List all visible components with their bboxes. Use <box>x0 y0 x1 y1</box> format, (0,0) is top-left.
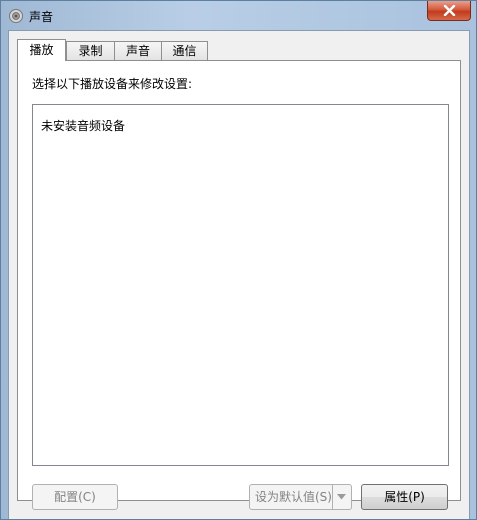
close-icon <box>443 5 456 16</box>
configure-button-label: 配置(C) <box>54 490 96 504</box>
properties-button-label: 属性(P) <box>384 490 425 504</box>
tab-label: 播放 <box>29 43 54 57</box>
instruction-text: 选择以下播放设备来修改设置: <box>32 77 193 91</box>
properties-button[interactable]: 属性(P) <box>361 484 448 510</box>
title-bar[interactable]: 声音 <box>1 1 476 31</box>
close-button[interactable] <box>427 1 471 21</box>
set-default-button[interactable]: 设为默认值(S) <box>249 484 352 510</box>
set-default-button-label: 设为默认值(S) <box>255 490 332 504</box>
tab-label: 通信 <box>172 44 197 58</box>
tab-communications[interactable]: 通信 <box>161 41 208 60</box>
tab-playback[interactable]: 播放 <box>17 39 66 61</box>
configure-button[interactable]: 配置(C) <box>32 484 118 510</box>
speaker-icon <box>8 8 24 24</box>
tab-label: 声音 <box>125 44 150 58</box>
tab-recording[interactable]: 录制 <box>66 41 115 60</box>
no-device-message: 未安装音频设备 <box>41 119 126 133</box>
dialog-client-area: 播放 录制 声音 通信 选择以下播放设备来修改设置: 未安装音频设备 配置(C)… <box>8 30 470 519</box>
playback-tab-panel: 选择以下播放设备来修改设置: 未安装音频设备 <box>17 60 461 501</box>
set-default-dropdown[interactable] <box>332 485 351 509</box>
chevron-down-icon <box>337 494 346 500</box>
sound-dialog-window: 声音 播放 录制 声音 通信 选择以下播放设备来修改设置: 未安装音频设备 配置… <box>0 0 477 520</box>
window-title: 声音 <box>29 10 54 24</box>
tab-sounds[interactable]: 声音 <box>114 41 162 60</box>
playback-device-list[interactable]: 未安装音频设备 <box>32 104 449 466</box>
tab-label: 录制 <box>78 44 103 58</box>
